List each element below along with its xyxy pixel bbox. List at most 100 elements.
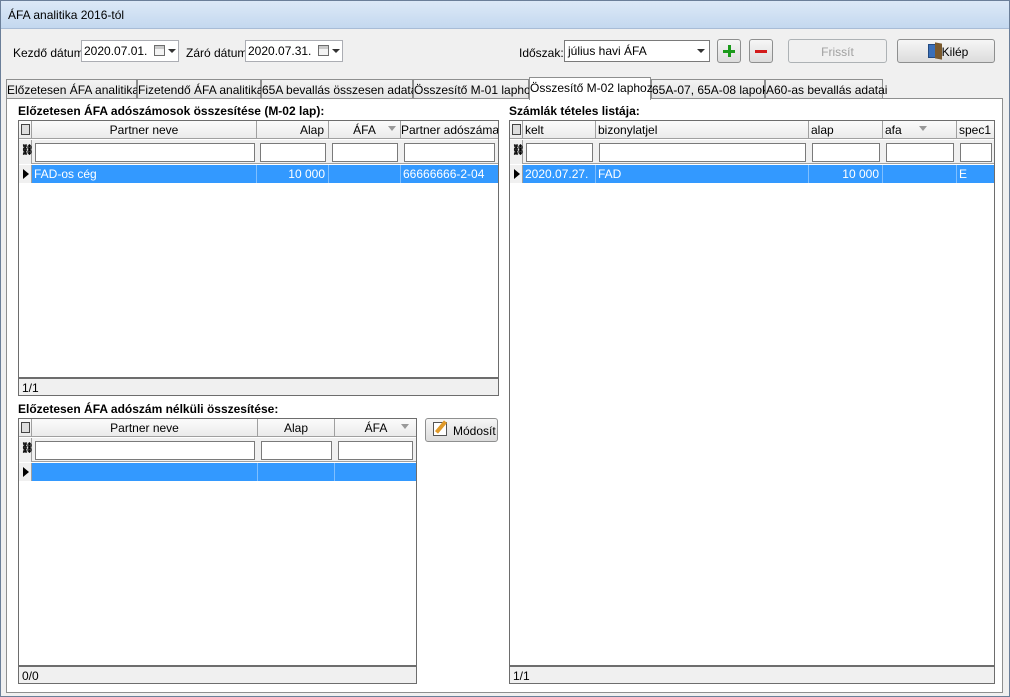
filter-partner-input[interactable] [35,441,255,460]
main-window: ÁFA analitika 2016-tól Kezdő dátum: 2020… [0,0,1010,697]
right-title: Számlák tételes listája: [509,104,640,118]
cell-alap: 10 000 [809,165,883,183]
filter-row-indicator: ⛓ [510,140,525,164]
col-header-alap[interactable]: Alap [258,419,335,437]
tab-65a-bevallas[interactable]: 65A bevallás összesen adatai [261,79,420,99]
binoculars-icon: ⛓ [21,145,34,156]
table-row[interactable] [19,463,416,481]
filter-row-indicator: ⛓ [19,438,34,462]
binoculars-icon: ⛓ [512,145,525,156]
cell-partner [32,463,258,481]
grid-header: Partner neve Alap ÁFA Partner adószáma [19,121,498,139]
grid-settings-icon [21,124,30,135]
start-date-picker[interactable]: 2020.07.01. [81,40,179,62]
column-chooser-button[interactable] [19,121,32,139]
cell-partner: FAD-os cég [32,165,257,183]
invoice-items-grid: kelt bizonylatjel alap afa spec1 ⛓ 2020.… [509,120,995,666]
tab-osszesito-m02[interactable]: Összesítő M-02 laphoz [529,77,653,100]
col-header-adoszam[interactable]: Partner adószáma [401,121,498,139]
remove-button[interactable] [749,39,773,63]
tab-a60-bevallas[interactable]: A60-as bevallás adatai [765,79,887,99]
end-date-picker[interactable]: 2020.07.31. [245,40,343,62]
grid-footer-counter: 1/1 [509,666,995,684]
current-row-icon [23,467,29,477]
col-header-afa[interactable]: ÁFA [329,121,401,139]
col-header-partner[interactable]: Partner neve [32,121,257,139]
col-header-partner[interactable]: Partner neve [32,419,258,437]
exit-door-icon [928,44,940,58]
period-label: Időszak: [519,46,564,60]
exit-label: Kilép [941,45,969,59]
column-chooser-button[interactable] [510,121,523,139]
filter-adoszam-input[interactable] [404,143,495,162]
start-date-value: 2020.07.01. [84,44,148,58]
col-header-afa[interactable]: ÁFA [335,419,416,437]
cell-bizonylatjel: FAD [596,165,809,183]
col-header-afa-label: afa [885,123,902,137]
grid-header: kelt bizonylatjel alap afa spec1 [510,121,994,139]
tab-panel: Előzetesen ÁFA adószámosok összesítése (… [6,98,1003,693]
plus-icon-stroke [728,45,731,57]
filter-bizonylatjel-input[interactable] [599,143,806,162]
chevron-down-icon [697,49,705,53]
cell-alap: 10 000 [257,165,329,183]
chevron-down-icon [332,49,340,53]
filter-row: ⛓ [19,140,498,164]
filter-alap-input[interactable] [261,441,332,460]
exit-button[interactable]: Kilép [897,39,995,63]
filter-afa-input[interactable] [338,441,413,460]
minus-icon [755,50,767,53]
row-indicator [19,463,32,481]
tab-osszesito-m01[interactable]: Összesítő M-01 laphoz [413,79,537,99]
filter-afa-input[interactable] [886,143,954,162]
cell-adoszam: 66666666-2-04 [401,165,498,183]
current-row-icon [514,169,520,179]
grid-footer-counter: 0/0 [18,666,417,684]
no-taxnumber-grid: Partner neve Alap ÁFA ⛓ [18,418,417,666]
col-header-alap[interactable]: alap [809,121,883,139]
filter-partner-input[interactable] [35,143,255,162]
col-header-spec1[interactable]: spec1 [957,121,994,139]
col-header-bizonylatjel[interactable]: bizonylatjel [596,121,809,139]
filter-spec1-input[interactable] [960,143,992,162]
modify-label: Módosít [453,424,496,438]
add-button[interactable] [717,39,741,63]
refresh-button[interactable]: Frissít [788,39,887,63]
tab-fizetendo-afa-analitika[interactable]: Fizetendő ÁFA analitika [137,79,263,99]
calendar-icon [154,45,165,56]
modify-button[interactable]: Módosít [425,418,498,442]
table-row[interactable]: FAD-os cég 10 000 66666666-2-04 [19,165,498,183]
tab-65a-07-08[interactable]: 65A-07, 65A-08 lapok [651,79,768,99]
left-top-title: Előzetesen ÁFA adószámosok összesítése (… [18,104,325,118]
filter-icon [919,126,927,131]
tab-elozetes-afa-analitika[interactable]: Előzetesen ÁFA analitika [6,79,139,99]
cell-spec1: E [957,165,994,183]
filter-alap-input[interactable] [812,143,880,162]
col-header-kelt[interactable]: kelt [523,121,596,139]
tab-strip: Előzetesen ÁFA analitika Fizetendő ÁFA a… [6,77,1004,100]
cell-afa [329,165,401,183]
title-bar: ÁFA analitika 2016-tól [1,1,1009,29]
grid-settings-icon [21,422,30,433]
grid-settings-icon [512,124,521,135]
start-date-label: Kezdő dátum: [13,46,88,60]
col-header-afa[interactable]: afa [883,121,957,139]
column-chooser-button[interactable] [19,419,32,437]
filter-kelt-input[interactable] [526,143,593,162]
col-header-afa-label: ÁFA [353,123,376,137]
period-value: július havi ÁFA [568,44,647,58]
current-row-icon [23,169,29,179]
filter-icon [401,424,409,429]
filter-afa-input[interactable] [332,143,398,162]
end-date-label: Záró dátum: [186,46,251,60]
col-header-alap[interactable]: Alap [257,121,329,139]
period-select[interactable]: július havi ÁFA [564,40,710,62]
window-title: ÁFA analitika 2016-tól [8,8,125,22]
table-row[interactable]: 2020.07.27. FAD 10 000 E [510,165,994,183]
edit-icon [433,422,447,436]
grid-footer-counter: 1/1 [18,378,499,396]
col-header-afa-label: ÁFA [364,421,388,435]
cell-alap [258,463,335,481]
filter-alap-input[interactable] [260,143,326,162]
filter-row-indicator: ⛓ [19,140,34,164]
